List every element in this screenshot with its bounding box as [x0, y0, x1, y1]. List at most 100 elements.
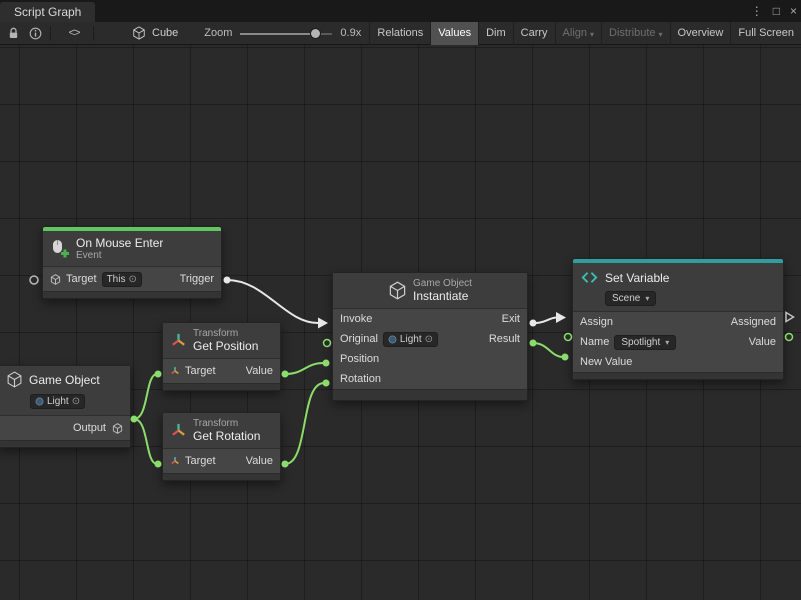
relations-button[interactable]: Relations [369, 22, 430, 45]
slider-fill [240, 33, 314, 35]
menu-icon[interactable]: ⋮ [751, 4, 763, 18]
align-button[interactable]: Align ▾ [555, 22, 601, 45]
port-instantiate-original[interactable] [324, 340, 331, 347]
port-get-position-value[interactable] [282, 371, 289, 378]
zoom-slider[interactable] [240, 22, 332, 45]
port-trigger-output[interactable] [224, 277, 231, 284]
node-get-position[interactable]: Transform Get Position Target Value [162, 322, 281, 391]
node-set-variable[interactable]: Set Variable Scene ▾ Assign Assigned [572, 258, 784, 380]
graph-target-chip[interactable]: Cube [130, 22, 178, 45]
port-label-name: Name [580, 336, 609, 348]
chevron-down-icon: ▾ [659, 30, 663, 39]
distribute-button[interactable]: Distribute ▾ [601, 22, 669, 45]
node-get-rotation[interactable]: Transform Get Rotation Target Value [162, 412, 281, 481]
port-on-mouse-enter-target[interactable] [30, 276, 38, 284]
lock-icon[interactable] [4, 22, 22, 45]
tab-script-graph[interactable]: Script Graph [0, 2, 95, 22]
target-object-field[interactable]: This ⊙ [102, 272, 142, 287]
node-footer [43, 291, 221, 298]
edge-output-to-get-rotation-target [134, 419, 157, 464]
tab-bar: Script Graph ⋮ □ × [0, 0, 801, 22]
port-instantiate-rotation[interactable] [323, 380, 330, 387]
port-label-result: Result [489, 333, 520, 345]
fullscreen-button[interactable]: Full Screen [730, 22, 801, 45]
node-footer [163, 383, 280, 390]
node-instantiate[interactable]: Game Object Instantiate Invoke Exit Orig… [332, 272, 528, 401]
node-footer [163, 473, 280, 480]
node-game-object-literal[interactable]: Game Object Light ⊙ Output [0, 365, 131, 448]
values-button[interactable]: Values [430, 22, 478, 45]
variable-scope-dropdown[interactable]: Scene ▾ [605, 291, 656, 306]
port-get-position-target[interactable] [155, 371, 162, 378]
light-object-field[interactable]: Light ⊙ [30, 394, 85, 409]
port-label-output: Output [73, 422, 106, 434]
port-label-exit: Exit [502, 313, 520, 325]
object-picker-icon[interactable]: ⊙ [128, 274, 136, 285]
transform-type-icon [170, 366, 180, 376]
tab-title: Script Graph [14, 5, 81, 19]
maximize-icon[interactable]: □ [773, 4, 780, 18]
object-field-value: Light [47, 396, 69, 407]
node-title: Set Variable [605, 271, 669, 285]
node-subtitle: Event [76, 250, 163, 261]
port-set-variable-name[interactable] [565, 334, 572, 341]
zoom-label: Zoom [204, 27, 232, 39]
node-footer [573, 372, 783, 379]
port-label-assigned: Assigned [731, 316, 776, 328]
graph-canvas[interactable]: On Mouse Enter Event Target This ⊙ [0, 45, 801, 600]
port-label-target: Target [66, 273, 97, 285]
port-label-trigger: Trigger [180, 273, 214, 285]
port-label-value: Value [246, 455, 273, 467]
node-title: Get Rotation [193, 429, 260, 443]
edge-result-to-new-value [533, 343, 563, 357]
node-footer [0, 440, 130, 447]
port-set-variable-new-value[interactable] [562, 354, 569, 361]
port-get-rotation-target[interactable] [155, 461, 162, 468]
object-field-value: Light [400, 334, 422, 345]
code-icon[interactable]: <> [65, 22, 83, 45]
port-set-variable-assigned[interactable] [786, 313, 794, 322]
port-get-rotation-value[interactable] [282, 461, 289, 468]
carry-button[interactable]: Carry [513, 22, 555, 45]
overview-button[interactable]: Overview [670, 22, 731, 45]
dim-button[interactable]: Dim [478, 22, 513, 45]
object-picker-icon[interactable]: ⊙ [72, 396, 80, 407]
slider-thumb[interactable] [310, 28, 321, 39]
edge-rotation-value-to-instantiate [285, 383, 324, 464]
node-category: Transform [193, 418, 260, 429]
port-label-new-value: New Value [580, 356, 632, 368]
node-on-mouse-enter[interactable]: On Mouse Enter Event Target This ⊙ [42, 226, 222, 299]
transform-icon [170, 422, 187, 439]
light-object-field[interactable]: Light ⊙ [383, 332, 438, 347]
edge-output-to-get-position-target [134, 374, 157, 419]
toolbar-button-group: Relations Values Dim Carry Align ▾ Distr… [369, 22, 801, 45]
port-label-assign: Assign [580, 316, 613, 328]
port-game-object-output[interactable] [131, 416, 138, 423]
object-field-value: This [107, 274, 126, 285]
variable-name-dropdown[interactable]: Spotlight ▾ [614, 335, 676, 350]
cube-icon [388, 281, 407, 300]
zoom-value: 0.9x [340, 27, 361, 39]
game-object-type-icon [112, 423, 123, 434]
port-instantiate-position[interactable] [323, 360, 330, 367]
object-picker-icon[interactable]: ⊙ [425, 334, 433, 345]
transform-icon [170, 332, 187, 349]
port-exit-output[interactable] [530, 320, 537, 327]
edge-exit-to-assign [535, 318, 556, 324]
cube-icon [130, 22, 148, 45]
script-graph-window: Script Graph ⋮ □ × <> Cube Zoom [0, 0, 801, 600]
port-label-position: Position [340, 353, 379, 365]
variable-scope-value: Scene [612, 293, 640, 304]
close-icon[interactable]: × [790, 4, 797, 18]
chevron-down-icon: ▾ [665, 338, 669, 347]
node-title: Get Position [193, 339, 258, 353]
toolbar-divider [93, 26, 94, 41]
chevron-down-icon: ▾ [590, 30, 594, 39]
node-category: Transform [193, 328, 258, 339]
info-icon[interactable] [26, 22, 44, 45]
port-label-rotation: Rotation [340, 373, 381, 385]
port-label-value: Value [749, 336, 776, 348]
port-set-variable-value-output[interactable] [786, 334, 793, 341]
light-icon [388, 335, 397, 344]
port-instantiate-result[interactable] [530, 340, 537, 347]
